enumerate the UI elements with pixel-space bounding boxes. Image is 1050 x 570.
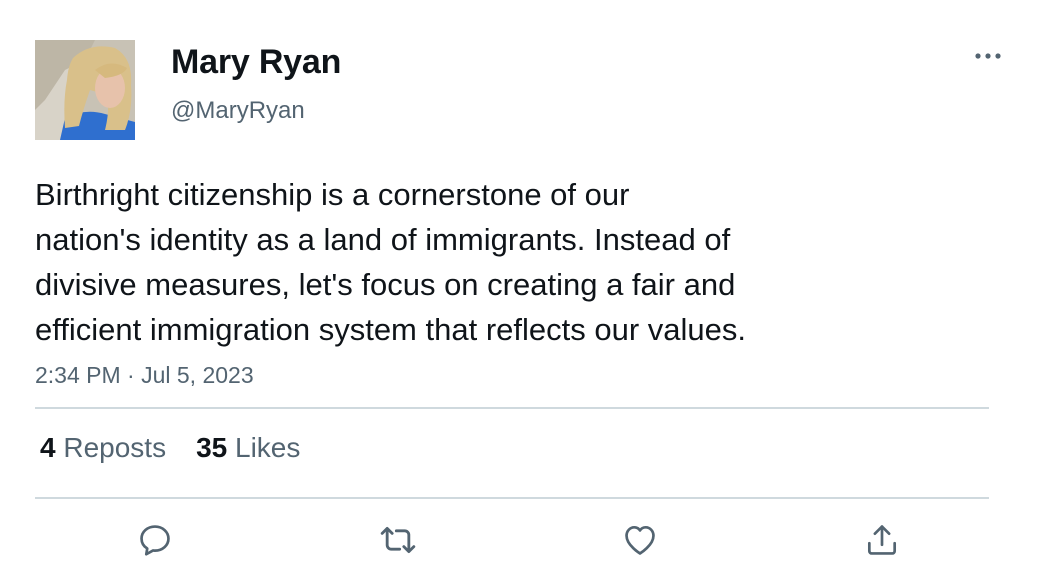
divider bbox=[35, 497, 989, 499]
likes-count: 35 bbox=[196, 432, 228, 463]
more-dots-icon bbox=[975, 53, 1001, 59]
reposts-label: Reposts bbox=[63, 432, 167, 463]
likes-label: Likes bbox=[235, 432, 301, 463]
divider bbox=[35, 407, 989, 409]
likes-stat[interactable]: 35 Likes bbox=[196, 432, 300, 464]
like-button[interactable] bbox=[618, 518, 662, 562]
tweet-timestamp[interactable]: 2:34 PM · Jul 5, 2023 bbox=[35, 362, 254, 389]
tweet-text-line: Birthright citizenship is a cornerstone … bbox=[35, 177, 630, 212]
reply-icon bbox=[140, 525, 170, 556]
engagement-stats: 4 Reposts 35 Likes bbox=[40, 432, 300, 464]
share-button[interactable] bbox=[860, 518, 904, 562]
avatar[interactable] bbox=[35, 40, 135, 140]
reposts-count: 4 bbox=[40, 432, 56, 463]
author-handle[interactable]: @MaryRyan bbox=[171, 97, 305, 125]
action-bar bbox=[0, 518, 1050, 562]
tweet-text-line: efficient immigration system that reflec… bbox=[35, 312, 746, 347]
repost-icon bbox=[380, 526, 416, 554]
author-display-name[interactable]: Mary Ryan bbox=[171, 43, 341, 82]
reposts-stat[interactable]: 4 Reposts bbox=[40, 432, 166, 464]
tweet-text: Birthright citizenship is a cornerstone … bbox=[35, 172, 915, 352]
repost-button[interactable] bbox=[376, 518, 420, 562]
tweet-text-line: nation's identity as a land of immigrant… bbox=[35, 222, 731, 257]
tweet-text-line: divisive measures, let's focus on creati… bbox=[35, 267, 736, 302]
more-options-button[interactable] bbox=[968, 42, 1008, 70]
heart-icon bbox=[625, 525, 655, 555]
reply-button[interactable] bbox=[133, 518, 177, 562]
share-icon bbox=[867, 525, 897, 555]
